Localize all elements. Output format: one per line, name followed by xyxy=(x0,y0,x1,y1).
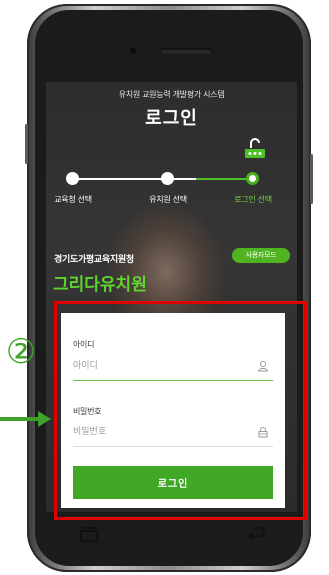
kindergarten-name: 그리다유치원 xyxy=(53,275,147,295)
front-camera xyxy=(130,48,136,54)
power-button xyxy=(310,154,313,204)
step-label-education-office: 교육청 선택 xyxy=(54,195,92,204)
progress-track-active xyxy=(196,178,252,180)
step-label-login: 로그인 선택 xyxy=(234,195,272,204)
login-step-icon xyxy=(245,138,265,158)
speaker-grille xyxy=(160,48,212,54)
arrow-right-icon xyxy=(0,411,51,427)
recent-apps-icon[interactable] xyxy=(78,525,100,543)
page-title: 로그인 xyxy=(145,108,198,129)
step-number-badge: ② xyxy=(5,332,37,372)
step-dot-kindergarten[interactable] xyxy=(161,172,174,185)
user-mode-button[interactable]: 사용자모드 xyxy=(232,248,290,263)
system-subtitle: 유치원 교원능력 개발평가 시스템 xyxy=(118,90,225,99)
step-dot-education-office[interactable] xyxy=(66,172,79,185)
volume-button xyxy=(25,124,28,164)
step-label-kindergarten: 유치원 선택 xyxy=(149,195,187,204)
login-area-highlight xyxy=(54,301,307,520)
education-office-name: 경기도가평교육지원청 xyxy=(54,255,134,265)
step-dot-login[interactable] xyxy=(246,172,259,185)
back-icon[interactable] xyxy=(245,525,267,543)
